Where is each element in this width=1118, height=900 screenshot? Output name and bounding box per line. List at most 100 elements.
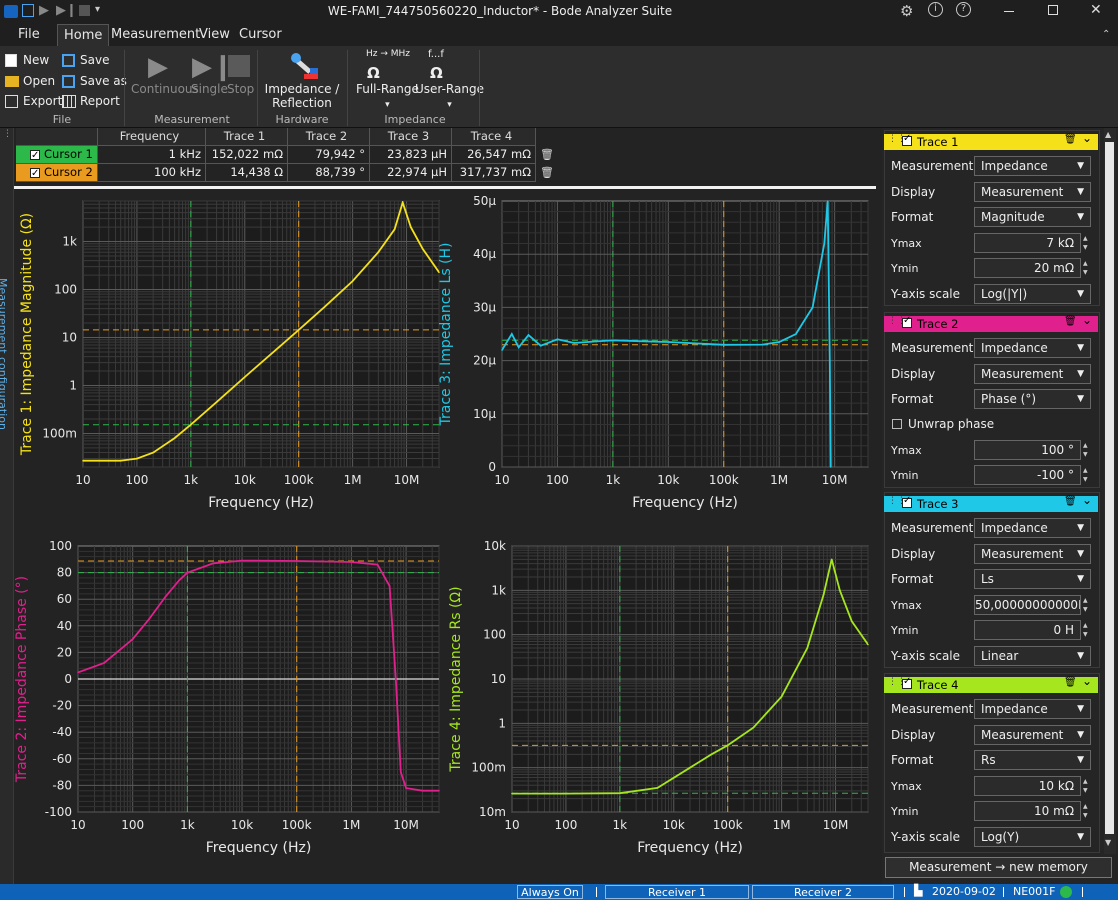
scrollbar-thumb[interactable] [1105, 142, 1114, 834]
chevron-down-icon[interactable]: ⌄ [1082, 131, 1092, 145]
help-icon[interactable]: ? [956, 2, 971, 17]
stop-button[interactable]: Stop [227, 82, 254, 96]
cursor-row-name[interactable]: Cursor 2 [16, 164, 98, 182]
cursor-row-name[interactable]: Cursor 1 [16, 146, 98, 164]
always-on-status[interactable]: Always On [517, 885, 583, 899]
cursor-checkbox[interactable] [30, 147, 40, 164]
delete-trace-icon[interactable]: 🗑 [1064, 496, 1077, 507]
menu-home[interactable]: Home [57, 24, 110, 46]
save-button[interactable]: Save [62, 53, 109, 67]
field-dropdown[interactable]: Measurement ▼ [974, 181, 1091, 202]
trace-header[interactable]: ⋮⋮Trace 1🗑⌄ [884, 131, 1098, 150]
delete-trace-icon[interactable]: 🗑 [1064, 134, 1077, 145]
hz-mhz-icon: Hz → MHz [366, 49, 411, 59]
receiver2-status[interactable]: Receiver 2 [752, 885, 894, 899]
new-memory-button[interactable]: Measurement → new memory [885, 857, 1112, 878]
export-button[interactable]: Export [5, 94, 62, 108]
trace-header[interactable]: ⋮⋮Trace 4🗑⌄ [884, 674, 1098, 693]
field-dropdown[interactable]: Phase (°) ▼ [974, 389, 1091, 409]
scroll-down-icon[interactable]: ▼ [1105, 838, 1111, 847]
impedance-reflection-button[interactable]: Impedance / Reflection [262, 82, 342, 110]
close-icon[interactable]: ✕ [1090, 2, 1102, 18]
stepper-icon[interactable]: ▲ ▼ [1083, 234, 1088, 252]
maximize-icon[interactable] [1048, 5, 1058, 15]
field-label: Format [891, 392, 934, 406]
field-dropdown[interactable]: Impedance ▼ [974, 156, 1091, 176]
side-tab[interactable]: ⋮ Measurement configuration [0, 128, 14, 884]
receiver1-status[interactable]: Receiver 1 [605, 885, 749, 899]
collapse-ribbon-icon[interactable]: ⌃ [1102, 29, 1110, 40]
cursor-checkbox[interactable] [30, 165, 40, 182]
minimize-icon[interactable] [1004, 11, 1014, 12]
scrollbar[interactable]: ▲ ▼ [1104, 128, 1116, 854]
checkbox-box[interactable] [892, 419, 902, 429]
field-dropdown[interactable]: Log(Y) ▼ [974, 826, 1091, 847]
trace-checkbox[interactable] [902, 133, 912, 146]
field-dropdown[interactable]: Measurement ▼ [974, 724, 1091, 745]
data-point [173, 437, 176, 439]
data-point [212, 562, 215, 565]
menu-cursor[interactable]: Cursor [239, 27, 282, 42]
field-label: Display [891, 727, 936, 742]
scroll-up-icon[interactable]: ▲ [1105, 130, 1111, 139]
field-dropdown[interactable]: Impedance ▼ [974, 518, 1091, 538]
menu-file[interactable]: File [18, 27, 40, 42]
field-number-input[interactable]: 10 kΩ [974, 775, 1081, 796]
field-number-input[interactable]: 20 mΩ [974, 258, 1081, 278]
info-icon[interactable]: i [928, 2, 943, 17]
data-point [511, 792, 513, 795]
menu-measurement[interactable]: Measurement [111, 27, 200, 42]
field-dropdown[interactable]: Magnitude ▼ [974, 207, 1091, 227]
stepper-icon[interactable]: ▲ ▼ [1083, 596, 1088, 614]
data-point [82, 459, 84, 462]
field-dropdown[interactable]: Measurement ▼ [974, 363, 1091, 384]
field-number-input[interactable]: 0 H [974, 620, 1081, 640]
user-range-button[interactable]: User-Range ▾ [415, 82, 484, 110]
gear-icon[interactable]: ⚙ [900, 2, 913, 20]
stepper-icon[interactable]: ▲ ▼ [1083, 259, 1088, 277]
field-number-input[interactable]: 7 kΩ [974, 232, 1081, 253]
trace-header[interactable]: ⋮⋮Trace 2🗑⌄ [884, 313, 1098, 332]
open-button[interactable]: Open [5, 74, 55, 88]
data-point [829, 466, 832, 468]
y-tick-label: 60 [57, 592, 72, 606]
report-button[interactable]: Report [62, 94, 120, 108]
continuous-button[interactable]: Continuous [131, 82, 199, 96]
chevron-down-icon[interactable]: ⌄ [1082, 493, 1092, 507]
trace-checkbox[interactable] [902, 315, 912, 328]
field-number-input[interactable]: -100 ° [974, 465, 1081, 485]
delete-trace-icon[interactable]: 🗑 [1064, 316, 1077, 327]
field-dropdown[interactable]: Impedance ▼ [974, 338, 1091, 358]
field-dropdown[interactable]: Log(|Y|) ▼ [974, 283, 1091, 304]
field-dropdown[interactable]: Measurement ▼ [974, 543, 1091, 564]
field-number-input[interactable]: 100 ° [974, 439, 1081, 460]
menu-view[interactable]: View [199, 27, 230, 42]
y-tick-label: -20 [52, 699, 72, 713]
chevron-down-icon[interactable]: ⌄ [1082, 674, 1092, 688]
stepper-icon[interactable]: ▲ ▼ [1083, 466, 1088, 484]
trace-checkbox[interactable] [902, 676, 912, 689]
save-as-button[interactable]: Save as [62, 74, 127, 88]
field-dropdown[interactable]: Impedance ▼ [974, 699, 1091, 719]
folder-icon [5, 76, 19, 87]
stepper-icon[interactable]: ▲ ▼ [1083, 441, 1088, 459]
field-dropdown[interactable]: Ls ▼ [974, 569, 1091, 589]
delete-cursor-icon[interactable]: 🗑 [540, 148, 554, 161]
single-button[interactable]: Single [191, 82, 228, 96]
field-label: Display [891, 366, 936, 381]
field-dropdown[interactable]: Linear ▼ [974, 645, 1091, 666]
new-button[interactable]: New [5, 53, 49, 67]
trace-header[interactable]: ⋮⋮Trace 3🗑⌄ [884, 493, 1098, 512]
stepper-icon[interactable]: ▲ ▼ [1083, 802, 1088, 820]
chevron-down-icon[interactable]: ⌄ [1082, 313, 1092, 327]
field-number-input[interactable]: 10 mΩ [974, 801, 1081, 821]
stepper-icon[interactable]: ▲ ▼ [1083, 621, 1088, 639]
unwrap-phase-checkbox[interactable]: Unwrap phase [892, 417, 994, 431]
field-dropdown[interactable]: Rs ▼ [974, 750, 1091, 770]
stepper-icon[interactable]: ▲ ▼ [1083, 777, 1088, 795]
delete-trace-icon[interactable]: 🗑 [1064, 677, 1077, 688]
trace-checkbox[interactable] [902, 495, 912, 508]
delete-cursor-icon[interactable]: 🗑 [540, 166, 554, 179]
full-range-button[interactable]: Full-Range ▾ [356, 82, 419, 110]
field-number-input[interactable]: 50,00000000000H [974, 594, 1081, 615]
